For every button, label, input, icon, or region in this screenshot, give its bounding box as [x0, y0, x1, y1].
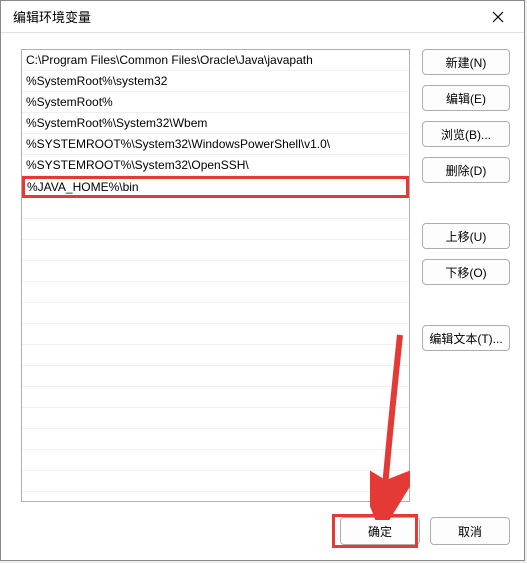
path-listbox[interactable]: C:\Program Files\Common Files\Oracle\Jav…: [21, 49, 410, 502]
list-item[interactable]: C:\Program Files\Common Files\Oracle\Jav…: [22, 50, 409, 71]
move-up-button[interactable]: 上移(U): [422, 223, 510, 249]
content-area: C:\Program Files\Common Files\Oracle\Jav…: [1, 33, 524, 512]
list-item[interactable]: [22, 324, 409, 345]
cancel-button[interactable]: 取消: [430, 517, 510, 545]
list-item[interactable]: [22, 219, 409, 240]
list-item[interactable]: %SYSTEMROOT%\System32\WindowsPowerShell\…: [22, 134, 409, 155]
list-item[interactable]: [22, 471, 409, 492]
browse-button[interactable]: 浏览(B)...: [422, 121, 510, 147]
list-item[interactable]: [22, 408, 409, 429]
list-item[interactable]: %SystemRoot%\system32: [22, 71, 409, 92]
window-title: 编辑环境变量: [13, 7, 91, 26]
list-item[interactable]: %JAVA_HOME%\bin: [22, 176, 409, 198]
new-button[interactable]: 新建(N): [422, 49, 510, 75]
list-item[interactable]: [22, 198, 409, 219]
close-button[interactable]: [480, 3, 516, 31]
list-item[interactable]: %SystemRoot%: [22, 92, 409, 113]
list-item[interactable]: %SystemRoot%\System32\Wbem: [22, 113, 409, 134]
list-item[interactable]: %SYSTEMROOT%\System32\OpenSSH\: [22, 155, 409, 176]
list-item[interactable]: [22, 303, 409, 324]
delete-button[interactable]: 删除(D): [422, 157, 510, 183]
list-item[interactable]: [22, 282, 409, 303]
dialog-window: 编辑环境变量 C:\Program Files\Common Files\Ora…: [0, 0, 525, 561]
move-down-button[interactable]: 下移(O): [422, 259, 510, 285]
list-item[interactable]: [22, 345, 409, 366]
close-icon: [492, 11, 504, 23]
list-item[interactable]: [22, 387, 409, 408]
edit-text-button[interactable]: 编辑文本(T)...: [422, 325, 510, 351]
ok-button[interactable]: 确定: [340, 517, 420, 545]
titlebar: 编辑环境变量: [1, 1, 524, 33]
side-buttons: 新建(N) 编辑(E) 浏览(B)... 删除(D) 上移(U) 下移(O) 编…: [422, 49, 510, 502]
list-item[interactable]: [22, 261, 409, 282]
list-item[interactable]: [22, 366, 409, 387]
footer: 确定 取消: [1, 512, 524, 560]
list-item[interactable]: [22, 429, 409, 450]
edit-button[interactable]: 编辑(E): [422, 85, 510, 111]
list-item[interactable]: [22, 450, 409, 471]
list-item[interactable]: [22, 240, 409, 261]
